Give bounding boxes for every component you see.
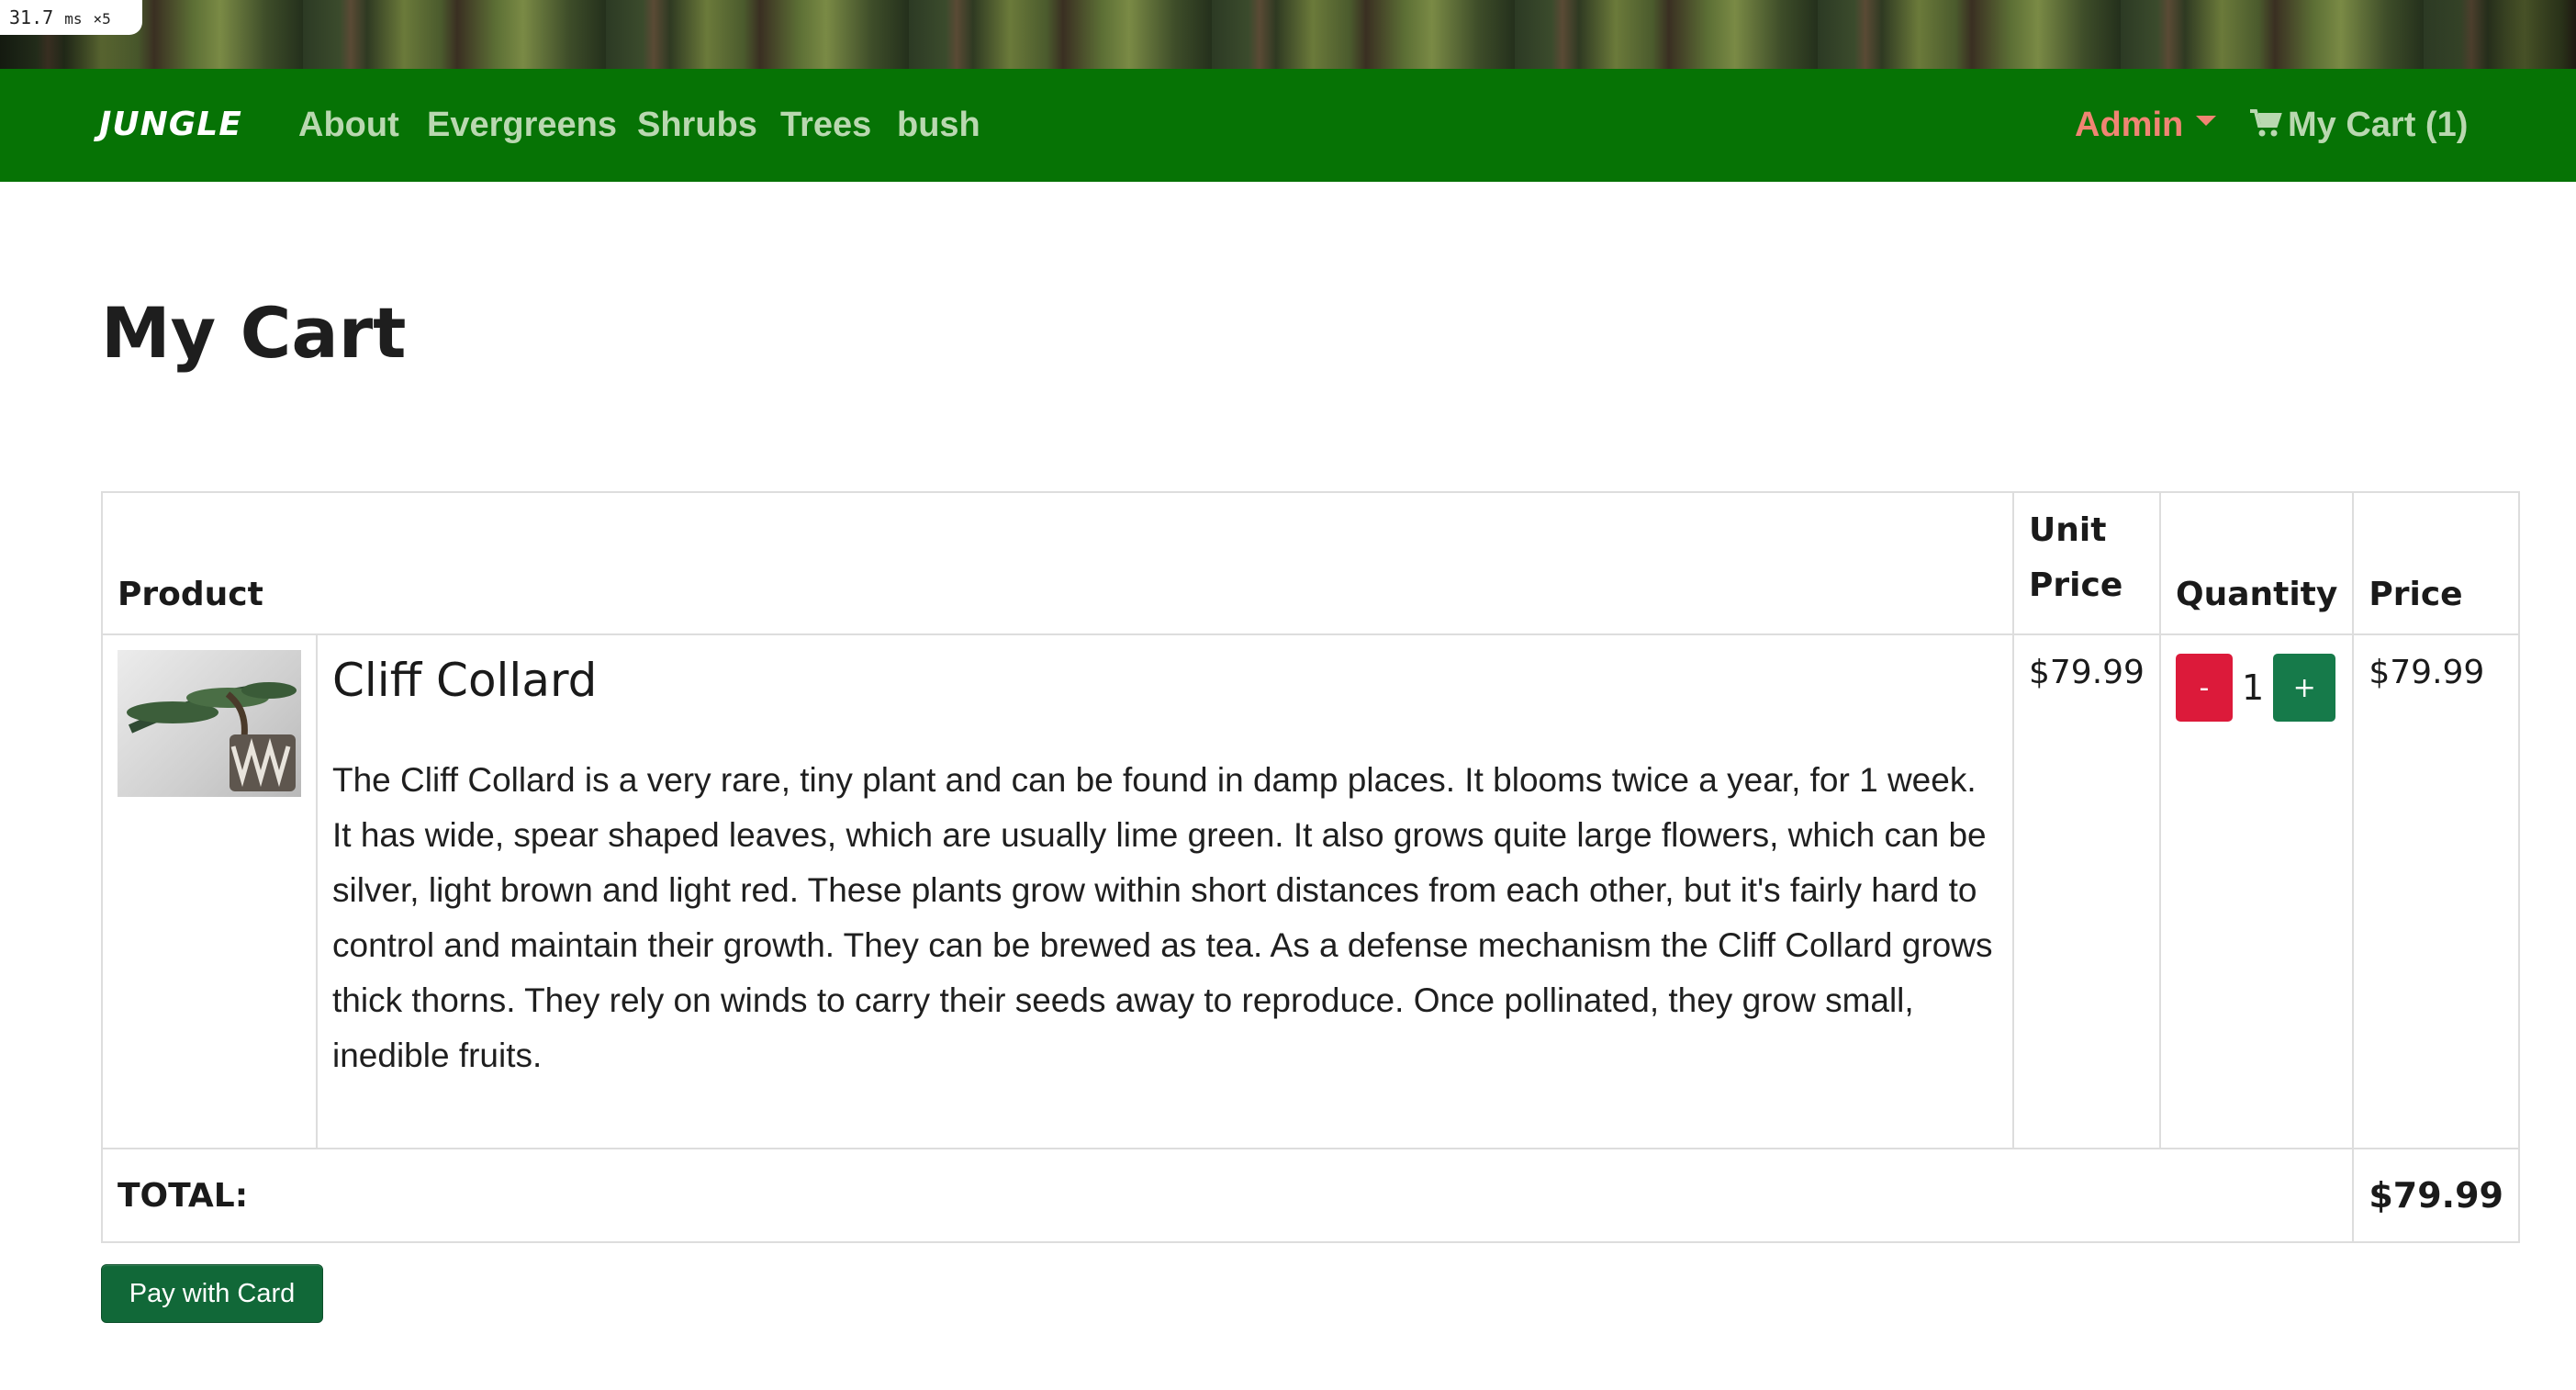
admin-dropdown[interactable]: Admin [2075,106,2217,145]
nav-about[interactable]: About [298,106,399,145]
unit-price: $79.99 [2012,633,2161,1149]
quantity-cell: - 1 + [2158,633,2355,1149]
header-price: Price [2352,491,2520,635]
total-label: TOTAL: [100,1148,2355,1243]
quantity-value: 1 [2241,667,2265,708]
perf-overlay: 31.7 ms ×5 [0,0,142,35]
line-price: $79.99 [2352,633,2520,1149]
perf-suffix: ×5 [93,10,111,28]
shopping-cart-icon [2250,108,2282,137]
product-description: The Cliff Collard is a very rare, tiny p… [332,761,1993,1074]
caret-down-icon [2196,116,2217,127]
perf-value: 31.7 [9,6,54,28]
nav-evergreens[interactable]: Evergreens [427,106,617,145]
table-row: Cliff Collard The Cliff Collard is a ver… [101,633,2520,1149]
header-product: Product [101,491,2014,635]
my-cart-link[interactable]: My Cart (1) [2249,106,2468,145]
quantity-stepper: - 1 + [2175,654,2337,722]
perf-unit: ms [64,10,83,28]
total-row: TOTAL: $79.99 [100,1148,2520,1243]
product-info-cell: Cliff Collard The Cliff Collard is a ver… [316,633,2014,1149]
brand-logo[interactable]: JUNGLE [99,106,242,143]
total-value: $79.99 [2352,1148,2520,1243]
cart-table: Product Unit Price Quantity Price Cliff … [100,491,2520,1243]
nav-shrubs[interactable]: Shrubs [637,106,757,145]
my-cart-label: My Cart (1) [2288,106,2469,144]
nav-trees[interactable]: Trees [780,106,871,145]
product-image [118,650,301,797]
increase-quantity-button[interactable]: + [2273,654,2336,722]
forest-banner [0,0,2576,69]
header-quantity: Quantity [2158,491,2355,635]
page-title: My Cart [101,292,407,374]
header-unit-price: Unit Price [2012,491,2161,635]
pay-with-card-button[interactable]: Pay with Card [101,1264,323,1323]
table-header-row: Product Unit Price Quantity Price [101,491,2520,635]
decrease-quantity-button[interactable]: - [2175,654,2233,722]
nav-bush[interactable]: bush [897,106,980,145]
product-thumb-cell [101,633,318,1149]
navbar: JUNGLE About Evergreens Shrubs Trees bus… [0,69,2576,182]
product-name: Cliff Collard [332,654,598,707]
admin-label: Admin [2075,106,2184,144]
